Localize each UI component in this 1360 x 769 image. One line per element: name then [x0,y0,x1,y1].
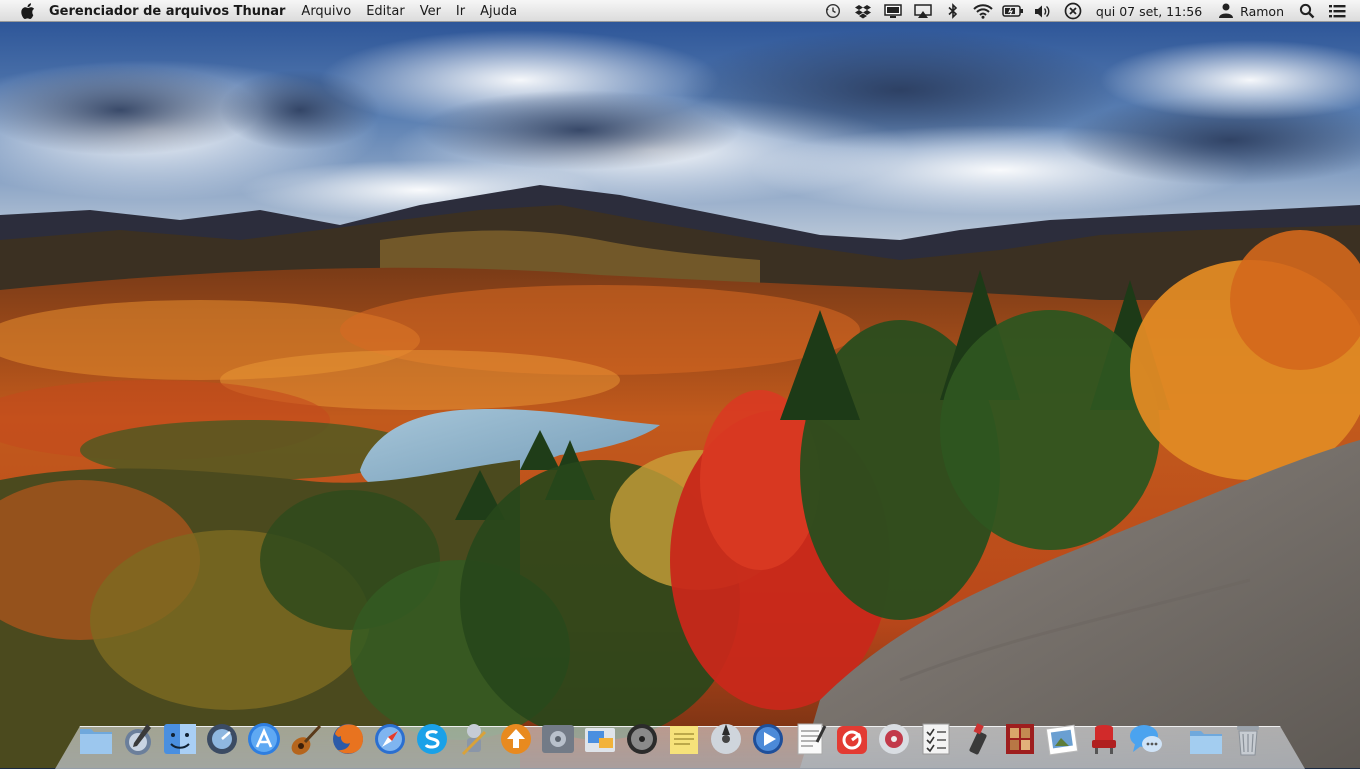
dock [76,706,1270,758]
time-machine-icon[interactable] [822,0,844,22]
automator-icon[interactable] [454,710,493,758]
itunes-cd-icon[interactable] [874,710,913,758]
display-icon[interactable] [882,0,904,22]
apple-menu-icon[interactable] [17,2,37,20]
settings-panel-icon[interactable] [538,710,577,758]
menu-ver[interactable]: Ver [420,4,441,19]
menu-arquivo[interactable]: Arquivo [301,4,351,19]
documents-folder-icon[interactable] [76,710,115,758]
volume-icon[interactable] [1032,0,1054,22]
menu-ajuda[interactable]: Ajuda [480,4,517,19]
menu-ir[interactable]: Ir [456,4,465,19]
desktop-wallpaper [0,0,1360,768]
disc-icon[interactable] [706,710,745,758]
trash-icon[interactable] [1228,710,1267,758]
media-player-icon[interactable] [748,710,787,758]
search-icon[interactable] [1296,0,1318,22]
close-session-icon[interactable] [1062,0,1084,22]
guitar-icon[interactable] [286,710,325,758]
radar-app-icon[interactable] [832,710,871,758]
usb-drive-icon[interactable] [958,710,997,758]
preferences-pen-icon[interactable] [118,710,157,758]
messages-icon[interactable] [1126,710,1165,758]
stack-folder-icon[interactable] [1186,710,1225,758]
preview-icon[interactable] [580,710,619,758]
airplay-icon[interactable] [912,0,934,22]
user-icon [1218,2,1234,21]
system-monitor-icon[interactable] [202,710,241,758]
user-name: Ramon [1240,3,1284,19]
firefox-icon[interactable] [328,710,367,758]
theater-seat-icon[interactable] [1084,710,1123,758]
active-app-name[interactable]: Gerenciador de arquivos Thunar [49,4,285,19]
top-menu-bar: Gerenciador de arquivos Thunar Arquivo E… [0,0,1360,22]
safari-icon[interactable] [370,710,409,758]
list-menu-icon[interactable] [1326,0,1348,22]
user-menu[interactable]: Ramon [1218,2,1284,21]
app-store-icon[interactable] [244,710,283,758]
stickies-icon[interactable] [664,710,703,758]
finder-icon[interactable] [160,710,199,758]
checklist-icon[interactable] [916,710,955,758]
wifi-icon[interactable] [972,0,994,22]
battery-icon[interactable] [1002,0,1024,22]
clock[interactable]: qui 07 set, 11:56 [1096,4,1202,19]
menu-editar[interactable]: Editar [366,4,405,19]
dvd-player-icon[interactable] [622,710,661,758]
photo-booth-icon[interactable] [1000,710,1039,758]
image-viewer-icon[interactable] [1042,710,1081,758]
textedit-icon[interactable] [790,710,829,758]
software-update-icon[interactable] [496,710,535,758]
skype-icon[interactable] [412,710,451,758]
bluetooth-icon[interactable] [942,0,964,22]
dropbox-icon[interactable] [852,0,874,22]
